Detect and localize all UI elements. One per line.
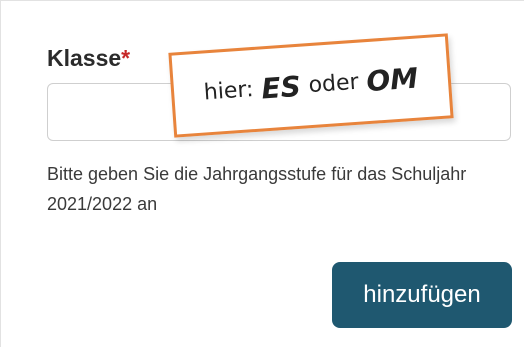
required-marker: * bbox=[121, 45, 131, 71]
field-label-text: Klasse bbox=[47, 45, 122, 71]
help-text: Bitte geben Sie die Jahrgangsstufe für d… bbox=[47, 164, 467, 214]
annotation-option-om: OM bbox=[365, 61, 420, 99]
add-button[interactable]: hinzufügen bbox=[332, 262, 512, 328]
annotation-connector: oder bbox=[307, 69, 360, 99]
annotation-option-es: ES bbox=[260, 69, 302, 106]
field-label: Klasse* bbox=[47, 45, 130, 72]
annotation-prefix: hier: bbox=[203, 77, 255, 106]
